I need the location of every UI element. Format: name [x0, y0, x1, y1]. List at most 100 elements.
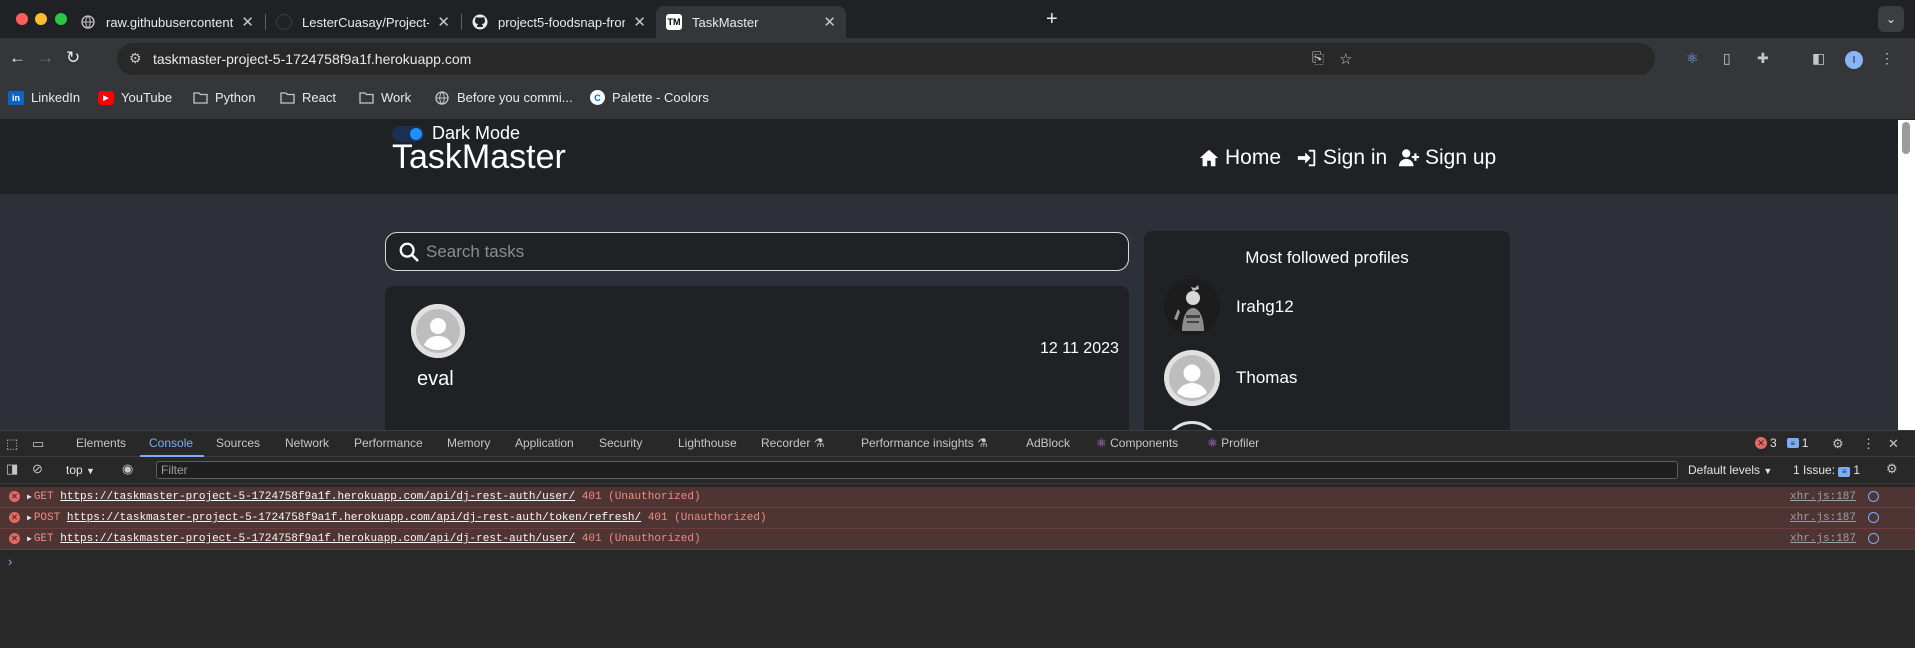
- bookmark-folder-react[interactable]: React: [279, 90, 336, 105]
- address-bar[interactable]: ⚙ taskmaster-project-5-1724758f9a1f.hero…: [117, 43, 1655, 75]
- network-request-icon[interactable]: [1868, 512, 1879, 523]
- nav-home-label: Home: [1225, 146, 1282, 169]
- devtools-tab-recorder[interactable]: Recorder ⚗: [761, 436, 824, 450]
- minimize-window-button[interactable]: [35, 13, 47, 25]
- request-url-link[interactable]: https://taskmaster-project-5-1724758f9a1…: [67, 512, 641, 524]
- profile-name[interactable]: Irahg12: [1236, 297, 1294, 317]
- bookmark-folder-python[interactable]: Python: [192, 90, 255, 105]
- tab-title: LesterCuasay/Project-5: Proj: [302, 14, 430, 30]
- forward-arrow-icon[interactable]: →: [37, 48, 54, 68]
- site-brand-logo[interactable]: TaskMaster: [392, 138, 566, 177]
- browser-tab[interactable]: raw.githubusercontent.com/ ✕: [70, 6, 264, 38]
- react-devtools-icon[interactable]: ⚛: [1686, 50, 1699, 67]
- log-levels-dropdown[interactable]: Default levels ▼: [1688, 463, 1772, 477]
- profile-item[interactable]: Irahg12: [1164, 279, 1294, 335]
- more-options-icon[interactable]: ⋮: [1862, 436, 1875, 452]
- source-location-link[interactable]: xhr.js:187: [1790, 512, 1856, 524]
- devtools-tab-lighthouse[interactable]: Lighthouse: [678, 436, 737, 450]
- devtools-tab-components[interactable]: ⚛ Components: [1096, 436, 1178, 450]
- more-menu-icon[interactable]: ⋮: [1880, 50, 1894, 67]
- console-settings-gear-icon[interactable]: ⚙: [1886, 461, 1898, 477]
- avatar[interactable]: [1164, 350, 1220, 406]
- bookmark-youtube[interactable]: ▶ YouTube: [98, 90, 172, 105]
- context-selector[interactable]: top ▼: [66, 463, 95, 477]
- devtools-tab-elements[interactable]: Elements: [76, 436, 126, 450]
- scrollbar-thumb[interactable]: [1902, 122, 1910, 154]
- close-tab-icon[interactable]: ✕: [437, 13, 450, 31]
- device-icon[interactable]: ▯: [1723, 50, 1731, 67]
- extensions-icon[interactable]: ✚: [1757, 50, 1769, 67]
- console-filter-input[interactable]: [156, 461, 1678, 479]
- console-prompt-chevron-icon[interactable]: ›: [8, 554, 12, 569]
- console-filter-bar: ◨ ⊘ top ▼ ◉ Default levels ▼ 1 Issue: ≡1…: [0, 457, 1915, 484]
- console-error-row[interactable]: ✕ ▶ POST https://taskmaster-project-5-172…: [0, 508, 1915, 529]
- devtools-tab-console[interactable]: Console: [149, 436, 193, 450]
- browser-tab[interactable]: LesterCuasay/Project-5: Proj ✕: [266, 6, 460, 38]
- devtools-tab-adblock[interactable]: AdBlock: [1026, 436, 1070, 450]
- source-location-link[interactable]: xhr.js:187: [1790, 491, 1856, 503]
- network-request-icon[interactable]: [1868, 491, 1879, 502]
- back-arrow-icon[interactable]: ←: [9, 48, 26, 68]
- bookmark-palette-coolors[interactable]: C Palette - Coolors: [590, 90, 709, 105]
- task-card[interactable]: eval 12 11 2023: [385, 286, 1129, 430]
- console-error-row[interactable]: ✕ ▶ GET https://taskmaster-project-5-1724…: [0, 529, 1915, 550]
- source-location-link[interactable]: xhr.js:187: [1790, 533, 1856, 545]
- devtools-tab-sources[interactable]: Sources: [216, 436, 260, 450]
- search-input[interactable]: [426, 233, 1116, 270]
- close-tab-icon[interactable]: ✕: [633, 13, 646, 31]
- browser-tab[interactable]: project5-foodsnap-frontend/ ✕: [462, 6, 656, 38]
- sidebar-toggle-icon[interactable]: ◨: [6, 461, 18, 477]
- error-counter[interactable]: ✕ 3 ≡ 1: [1755, 436, 1808, 450]
- request-url-link[interactable]: https://taskmaster-project-5-1724758f9a1…: [60, 491, 575, 503]
- devtools-tab-performance-insights[interactable]: Performance insights ⚗: [861, 436, 988, 450]
- settings-gear-icon[interactable]: ⚙: [1832, 436, 1844, 452]
- bookmark-before-you-commit[interactable]: Before you commi...: [434, 90, 573, 105]
- install-app-icon[interactable]: ⎘: [1312, 50, 1324, 67]
- devtools-tab-performance[interactable]: Performance: [354, 436, 423, 450]
- message-icon: ≡: [1786, 438, 1799, 448]
- request-url-link[interactable]: https://taskmaster-project-5-1724758f9a1…: [60, 533, 575, 545]
- task-owner-username[interactable]: eval: [417, 368, 454, 391]
- page-scrollbar[interactable]: [1898, 120, 1915, 430]
- bookmark-star-icon[interactable]: ☆: [1339, 50, 1352, 68]
- maximize-window-button[interactable]: [55, 13, 67, 25]
- close-tab-icon[interactable]: ✕: [823, 13, 836, 31]
- bookmark-linkedin[interactable]: in LinkedIn: [8, 90, 80, 105]
- devtools-tab-application[interactable]: Application: [515, 436, 574, 450]
- console-error-row[interactable]: ✕ ▶ GET https://taskmaster-project-5-1724…: [0, 487, 1915, 508]
- nav-sign-in-link[interactable]: Sign in: [1296, 146, 1387, 170]
- profile-name[interactable]: Thomas: [1236, 368, 1297, 388]
- request-method: POST: [33, 512, 61, 524]
- bookmark-folder-work[interactable]: Work: [358, 90, 411, 105]
- devtools-tab-network[interactable]: Network: [285, 436, 329, 450]
- side-panel-icon[interactable]: ◧: [1812, 50, 1825, 67]
- close-tab-icon[interactable]: ✕: [241, 13, 254, 31]
- devtools-tab-profiler[interactable]: ⚛ Profiler: [1207, 436, 1259, 450]
- address-url[interactable]: taskmaster-project-5-1724758f9a1f.heroku…: [153, 51, 471, 67]
- device-toolbar-icon[interactable]: ▭: [32, 436, 44, 452]
- nav-home-link[interactable]: Home: [1198, 146, 1281, 170]
- inspect-element-icon[interactable]: ⬚: [6, 436, 18, 452]
- search-bar[interactable]: [385, 232, 1129, 271]
- clear-console-icon[interactable]: ⊘: [32, 461, 43, 477]
- nav-sign-up-link[interactable]: Sign up: [1398, 146, 1496, 170]
- devtools-tab-security[interactable]: Security: [599, 436, 642, 450]
- network-request-icon[interactable]: [1868, 533, 1879, 544]
- close-window-button[interactable]: [16, 13, 28, 25]
- expand-triangle-icon[interactable]: ▶: [27, 493, 32, 502]
- browser-tab-active[interactable]: TM TaskMaster ✕: [656, 6, 846, 38]
- profile-item[interactable]: Thomas: [1164, 350, 1297, 406]
- site-info-icon[interactable]: ⚙: [129, 50, 142, 67]
- profile-avatar[interactable]: I: [1845, 51, 1863, 69]
- tab-search-chevron-icon[interactable]: ⌄: [1878, 6, 1904, 32]
- issues-link[interactable]: 1 Issue: ≡ 1: [1793, 463, 1860, 477]
- eye-icon[interactable]: ◉: [122, 461, 133, 477]
- close-devtools-icon[interactable]: ✕: [1888, 436, 1899, 452]
- new-tab-button[interactable]: +: [1046, 8, 1058, 31]
- devtools-tab-memory[interactable]: Memory: [447, 436, 490, 450]
- expand-triangle-icon[interactable]: ▶: [27, 514, 32, 523]
- avatar[interactable]: [1164, 279, 1220, 335]
- avatar[interactable]: [411, 304, 465, 358]
- reload-icon[interactable]: ↻: [66, 48, 80, 68]
- expand-triangle-icon[interactable]: ▶: [27, 535, 32, 544]
